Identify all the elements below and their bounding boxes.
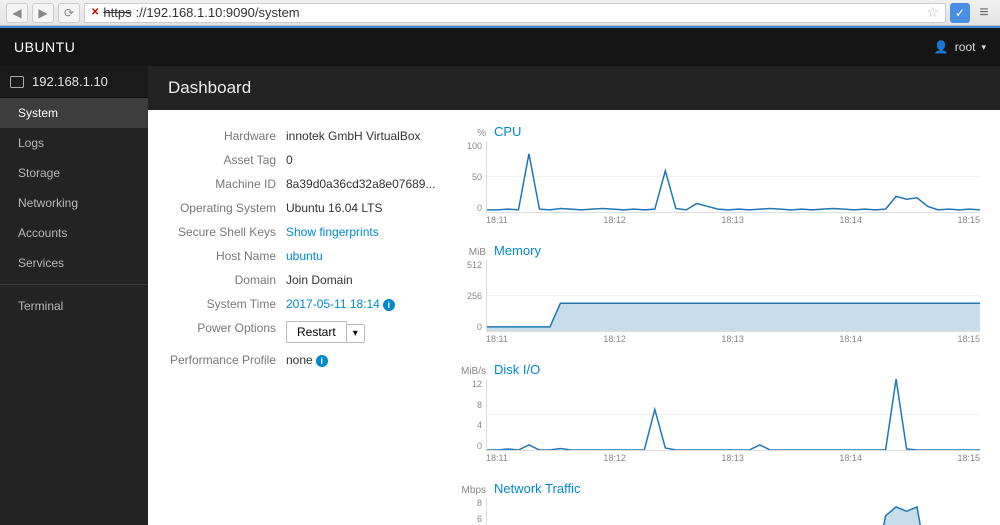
server-icon	[10, 76, 24, 88]
system-info: Hardwareinnotek GmbH VirtualBox Asset Ta…	[168, 124, 428, 525]
restart-button[interactable]: Restart	[286, 321, 347, 343]
sidebar-item-system[interactable]: System	[0, 98, 148, 128]
page-title: Dashboard	[148, 66, 1000, 110]
hamburger-icon[interactable]: ≡	[974, 3, 994, 23]
chart-plot-cpu	[486, 141, 980, 213]
chart-title[interactable]: CPU	[494, 124, 521, 139]
domain-label: Domain	[168, 273, 286, 287]
sidebar-host[interactable]: 192.168.1.10	[0, 66, 148, 98]
yaxis: 100500	[458, 141, 486, 213]
chart-unit: %	[458, 128, 486, 139]
browser-toolbar: ◀ ▶ ⟳ ✕ https ://192.168.1.10:9090/system…	[0, 0, 1000, 26]
sidebar-item-accounts[interactable]: Accounts	[0, 218, 148, 248]
app-header: UBUNTU 👤 root ▾	[0, 26, 1000, 66]
power-dropdown[interactable]: ▾	[347, 324, 365, 343]
chart-disk: MiB/s Disk I/O 12840 18:1118:1218:1318:14…	[458, 362, 980, 463]
bookmark-icon[interactable]: ☆	[926, 4, 939, 21]
chart-unit: MiB/s	[458, 366, 486, 377]
user-label: root	[955, 40, 976, 54]
asset-value: 0	[286, 153, 293, 167]
info-icon[interactable]: i	[316, 355, 328, 367]
sidebar-item-networking[interactable]: Networking	[0, 188, 148, 218]
url-input[interactable]	[304, 5, 923, 20]
user-icon: 👤	[934, 40, 949, 54]
hardware-value: innotek GmbH VirtualBox	[286, 129, 421, 143]
address-bar[interactable]: ✕ https ://192.168.1.10:9090/system ☆	[84, 3, 946, 23]
xaxis: 18:1118:1218:1318:1418:15	[486, 451, 980, 463]
chart-plot-disk	[486, 379, 980, 451]
os-label: Operating System	[168, 201, 286, 215]
perf-label: Performance Profile	[168, 353, 286, 367]
sidebar-host-label: 192.168.1.10	[32, 74, 108, 89]
hostname-link[interactable]: ubuntu	[286, 249, 323, 263]
chart-title[interactable]: Network Traffic	[494, 481, 580, 496]
chart-plot-memory	[486, 260, 980, 332]
chart-plot-network	[486, 498, 980, 525]
os-value: Ubuntu 16.04 LTS	[286, 201, 383, 215]
yaxis: 5122560	[458, 260, 486, 332]
hardware-label: Hardware	[168, 129, 286, 143]
chart-cpu: % CPU 100500 18:1118:1218:1318:1418:15	[458, 124, 980, 225]
forward-button[interactable]: ▶	[32, 3, 54, 23]
chart-title[interactable]: Disk I/O	[494, 362, 540, 377]
asset-label: Asset Tag	[168, 153, 286, 167]
chart-unit: MiB	[458, 247, 486, 258]
back-button[interactable]: ◀	[6, 3, 28, 23]
yaxis: 12840	[458, 379, 486, 451]
url-rest: ://192.168.1.10:9090/system	[136, 5, 300, 20]
app-title: UBUNTU	[14, 39, 75, 55]
chart-column: % CPU 100500 18:1118:1218:1318:1418:15 Mi…	[458, 124, 980, 525]
main-panel: Dashboard Hardwareinnotek GmbH VirtualBo…	[148, 66, 1000, 525]
chart-title[interactable]: Memory	[494, 243, 541, 258]
url-scheme: https	[103, 5, 131, 20]
systime-label: System Time	[168, 297, 286, 311]
xaxis: 18:1118:1218:1318:1418:15	[486, 332, 980, 344]
info-icon[interactable]: i	[383, 299, 395, 311]
hostname-label: Host Name	[168, 249, 286, 263]
user-menu[interactable]: 👤 root ▾	[934, 40, 986, 54]
systime-link[interactable]: 2017-05-11 18:14	[286, 297, 380, 311]
ssh-label: Secure Shell Keys	[168, 225, 286, 239]
chart-unit: Mbps	[458, 485, 486, 496]
extension-icon[interactable]: ✓	[950, 3, 970, 23]
domain-value: Join Domain	[286, 273, 353, 287]
power-label: Power Options	[168, 321, 286, 343]
ssh-fingerprints-link[interactable]: Show fingerprints	[286, 225, 379, 239]
reload-button[interactable]: ⟳	[58, 3, 80, 23]
sidebar-item-services[interactable]: Services	[0, 248, 148, 278]
insecure-icon: ✕	[91, 7, 99, 18]
sidebar-item-logs[interactable]: Logs	[0, 128, 148, 158]
sidebar: 192.168.1.10 System Logs Storage Network…	[0, 66, 148, 525]
machine-id-label: Machine ID	[168, 177, 286, 191]
xaxis: 18:1118:1218:1318:1418:15	[486, 213, 980, 225]
sidebar-separator	[0, 284, 148, 285]
chart-network: MbpsNetwork Traffic 86420 18:1118:1218:1…	[458, 481, 980, 525]
chevron-down-icon: ▾	[981, 42, 986, 53]
sidebar-item-terminal[interactable]: Terminal	[0, 291, 148, 321]
sidebar-item-storage[interactable]: Storage	[0, 158, 148, 188]
yaxis: 86420	[458, 498, 486, 525]
perf-value: none	[286, 353, 313, 367]
chart-memory: MiB Memory 5122560 18:1118:1218:1318:1418…	[458, 243, 980, 344]
machine-id-value: 8a39d0a36cd32a8e07689...	[286, 177, 435, 191]
